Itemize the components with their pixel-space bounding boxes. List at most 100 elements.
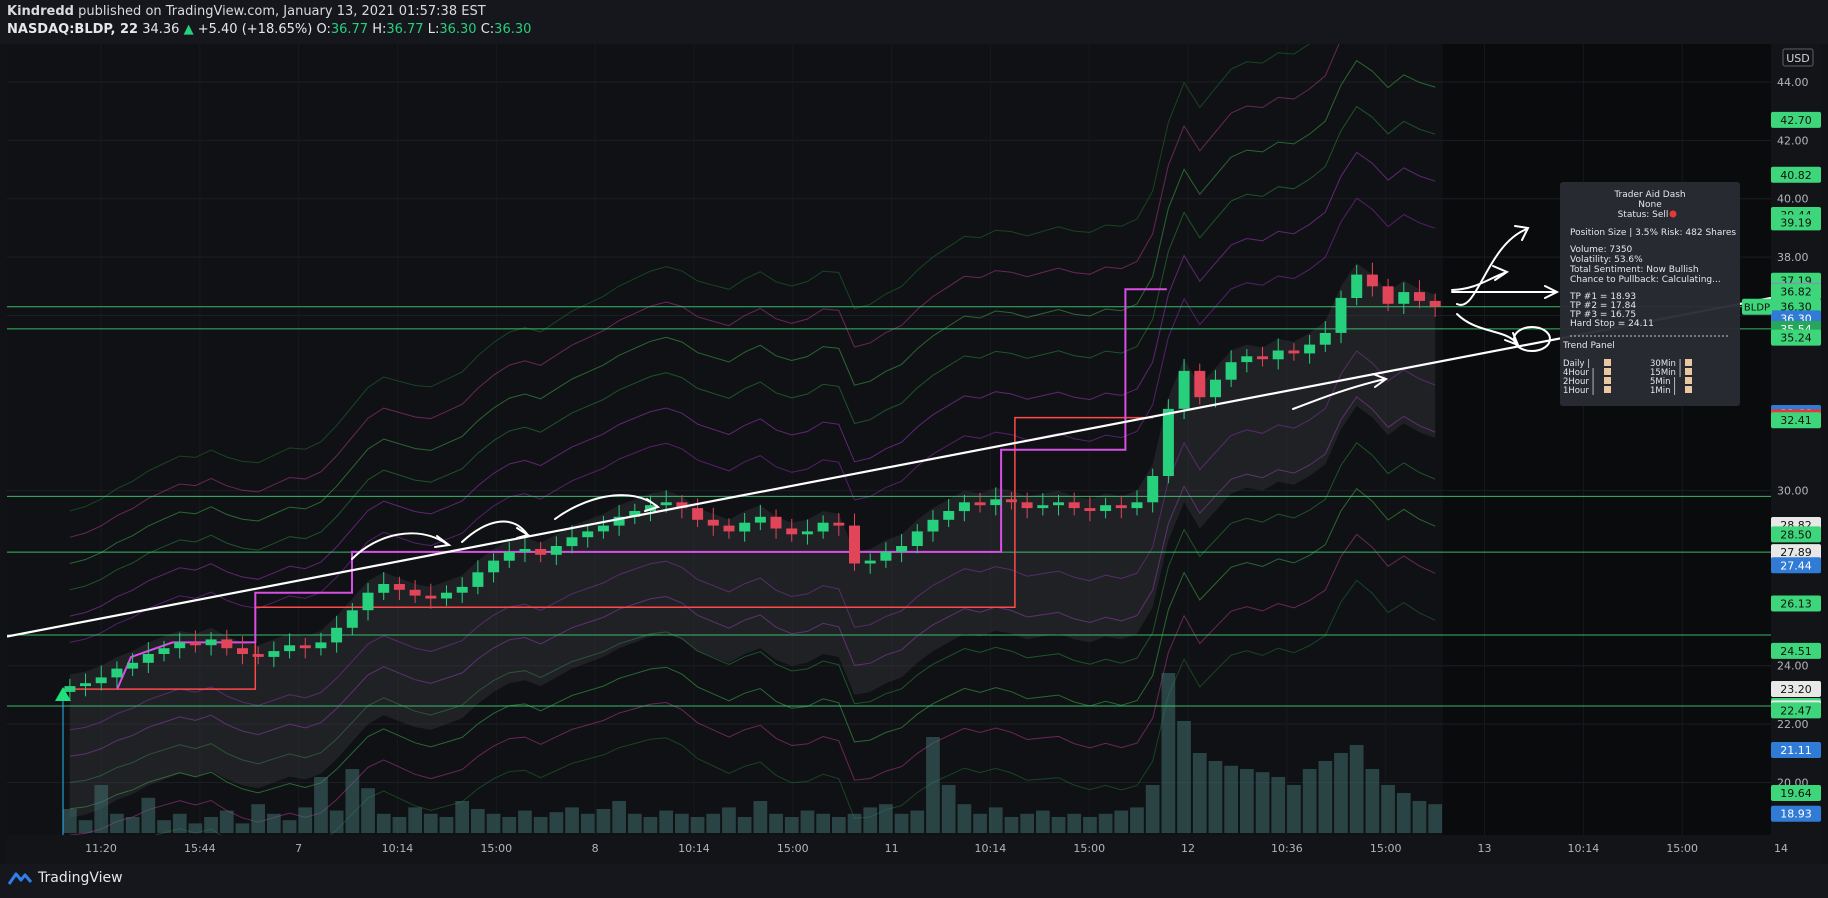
time-tick-label: 10:36 xyxy=(1271,842,1303,855)
time-tick-label: 10:14 xyxy=(678,842,710,855)
published-text: published on TradingView.com, January 13… xyxy=(78,4,486,19)
volume-bar xyxy=(502,817,517,833)
candle xyxy=(974,502,986,506)
candle xyxy=(237,648,248,654)
candle xyxy=(566,537,578,547)
chart-header: Kindredd published on TradingView.com, J… xyxy=(0,0,1828,44)
dash-line: Volume: 7350 xyxy=(1570,245,1633,255)
symbol-label[interactable]: NASDAQ:BLDP, 22 xyxy=(7,22,138,37)
ohlc-line: NASDAQ:BLDP, 22 34.36 ▲ +5.40 (+18.65%) … xyxy=(7,22,531,37)
volume-bar xyxy=(1287,785,1301,833)
low-value: 36.30 xyxy=(439,22,477,37)
volume-bar xyxy=(800,810,815,833)
dash-tp: Hard Stop = 24.11 xyxy=(1570,319,1654,329)
price-label-text: 18.93 xyxy=(1780,808,1812,821)
tradingview-brand[interactable]: TradingView xyxy=(8,870,123,886)
volume-bar xyxy=(518,810,532,833)
candle xyxy=(64,686,76,692)
close-value: 36.30 xyxy=(494,22,532,37)
volume-bar xyxy=(690,817,705,833)
candle xyxy=(1178,370,1190,409)
candle xyxy=(519,549,531,552)
candle xyxy=(597,525,609,532)
volume-bar xyxy=(863,807,878,833)
candle xyxy=(1100,505,1112,511)
price-chart[interactable]: Trader Aid Dash None Status: Sell Positi… xyxy=(6,0,1821,864)
candle xyxy=(880,551,892,561)
time-tick-label: 8 xyxy=(592,842,599,855)
volume-bar xyxy=(298,807,313,833)
author-name[interactable]: Kindredd xyxy=(7,4,74,19)
candle xyxy=(1257,356,1268,360)
check-icon xyxy=(1604,386,1611,393)
volume-bar xyxy=(1240,769,1254,833)
candle xyxy=(425,595,437,599)
candle xyxy=(1021,502,1033,509)
close-label: C: xyxy=(480,22,495,37)
price-label-text: 26.13 xyxy=(1780,598,1812,611)
price-label-text: 24.51 xyxy=(1780,645,1812,658)
volume-bar xyxy=(1365,769,1380,833)
candle xyxy=(1335,297,1347,333)
volume-bar xyxy=(376,813,391,833)
currency-label: USD xyxy=(1786,52,1810,65)
check-icon xyxy=(1685,386,1692,393)
candle xyxy=(1147,476,1159,503)
volume-bar xyxy=(1396,793,1411,833)
volume-bar xyxy=(267,813,281,833)
candle xyxy=(927,519,939,532)
volume-bar xyxy=(1412,801,1427,833)
time-tick-label: 7 xyxy=(295,842,302,855)
volume-bar xyxy=(204,817,218,833)
candle xyxy=(362,592,374,611)
time-tick-label: 15:00 xyxy=(1073,842,1105,855)
price-label-text: 22.47 xyxy=(1780,704,1812,717)
time-tick-label: 15:44 xyxy=(184,842,216,855)
price-label-text: 39.19 xyxy=(1780,216,1812,229)
candle xyxy=(393,584,405,590)
volume-bar xyxy=(1208,761,1223,833)
volume-bar xyxy=(1051,817,1066,833)
candle xyxy=(95,677,107,684)
price-label-text: 19.64 xyxy=(1780,787,1812,800)
volume-bar xyxy=(141,797,156,833)
volume-bar xyxy=(832,817,846,833)
volume-bar xyxy=(1192,753,1207,833)
time-tick-label: 14 xyxy=(1774,842,1788,855)
candle xyxy=(707,519,719,526)
candle xyxy=(958,502,970,512)
volume-bar xyxy=(1130,807,1144,833)
candle xyxy=(1241,356,1253,363)
volume-bar xyxy=(988,807,1003,833)
volume-bar xyxy=(580,813,595,833)
candle xyxy=(503,551,515,561)
high-label: H: xyxy=(372,22,387,37)
candle xyxy=(1366,274,1378,287)
chart-area[interactable]: Trader Aid Dash None Status: Sell Positi… xyxy=(6,0,1821,868)
dash-line: Volatility: 53.6% xyxy=(1570,255,1643,265)
candle xyxy=(911,531,923,546)
candle xyxy=(127,662,139,669)
candle xyxy=(1319,333,1331,345)
price-label-text: 27.44 xyxy=(1780,559,1812,572)
volume-bar xyxy=(847,813,862,833)
volume-bar xyxy=(941,785,956,833)
volume-bar xyxy=(596,809,611,833)
volume-bar xyxy=(471,809,485,833)
candle xyxy=(299,645,311,649)
volume-bar xyxy=(706,813,721,833)
candle xyxy=(205,639,217,646)
candle xyxy=(441,592,452,599)
publish-line: Kindredd published on TradingView.com, J… xyxy=(7,4,486,19)
volume-bar xyxy=(1036,810,1050,833)
volume-bar xyxy=(1224,765,1238,833)
change-value: +5.40 (+18.65%) xyxy=(197,22,313,37)
volume-bar xyxy=(769,813,783,833)
volume-bar xyxy=(345,769,360,833)
dash-position: Position Size | 3.5% Risk: 482 Shares xyxy=(1570,228,1736,238)
candle xyxy=(1398,292,1410,304)
candle xyxy=(456,586,468,593)
tradingview-logo-icon xyxy=(8,872,32,885)
volume-bar xyxy=(392,817,407,833)
volume-bar xyxy=(63,809,77,833)
